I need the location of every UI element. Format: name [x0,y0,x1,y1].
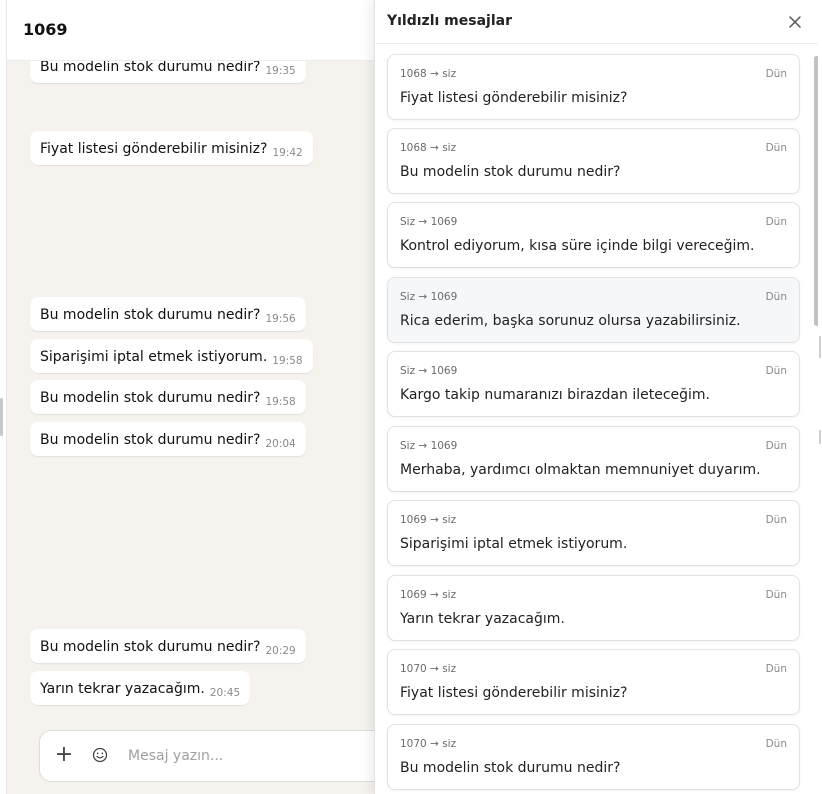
starred-item-route: Siz → 1069 [400,440,458,452]
panel-header: Yıldızlı mesajlar [375,0,822,44]
message-composer: + [39,730,374,782]
chat-header: 1069 [7,0,374,61]
message-time: 19:58 [272,355,303,367]
starred-item-route: Siz → 1069 [400,216,458,228]
message-text: Bu modelin stok durumu nedir? [40,390,261,406]
starred-item-text: Yarın tekrar yazacağım. [400,611,565,627]
starred-item-date: Dün [765,738,787,750]
chat-pane: 1069 Bu modelin stok durumu nedir? 19:35 … [7,0,374,794]
starred-item-text: Fiyat listesi gönderebilir misiniz? [400,90,628,106]
message-time: 20:45 [209,687,241,699]
starred-item-text: Fiyat listesi gönderebilir misiniz? [400,685,628,701]
right-edge-mark [819,336,821,358]
message-text: Bu modelin stok durumu nedir? [40,307,261,323]
message-text: Siparişimi iptal etmek istiyorum. [40,349,268,365]
starred-item[interactable]: 1070 → siz Dün Bu modelin stok durumu ne… [387,724,800,790]
message-time: 20:29 [265,645,296,657]
message-bubble[interactable]: Bu modelin stok durumu nedir? 20:04 [30,422,306,456]
starred-messages-panel: Yıldızlı mesajlar 1068 → siz Dün Fiyat l… [374,0,822,794]
message-time: 19:42 [272,147,303,159]
left-sidebar-edge [0,0,7,794]
starred-item-date: Dün [765,291,787,303]
message-time: 20:04 [265,438,296,450]
starred-item-date: Dün [765,589,787,601]
message-text: Bu modelin stok durumu nedir? [40,639,261,655]
message-time: 19:58 [265,396,296,408]
message-bubble[interactable]: Bu modelin stok durumu nedir? 19:35 [30,61,306,83]
starred-item-route: Siz → 1069 [400,365,458,377]
starred-list[interactable]: 1068 → siz Dün Fiyat listesi gönderebili… [375,44,815,794]
message-bubble[interactable]: Fiyat listesi gönderebilir misiniz? 19:42 [30,131,313,165]
starred-item-text: Kontrol ediyorum, kısa süre içinde bilgi… [400,238,755,254]
chat-title: 1069 [23,20,68,39]
starred-item-date: Dün [765,440,787,452]
app-window: 1069 Bu modelin stok durumu nedir? 19:35 … [0,0,822,794]
message-bubble[interactable]: Siparişimi iptal etmek istiyorum. 19:58 [30,339,313,373]
message-list[interactable]: Bu modelin stok durumu nedir? 19:35 Fiyat… [7,61,374,721]
message-text: Yarın tekrar yazacağım. [40,681,205,697]
starred-item[interactable]: Siz → 1069 Dün Kontrol ediyorum, kısa sü… [387,202,800,268]
right-edge-mark [819,430,821,444]
message-bubble[interactable]: Bu modelin stok durumu nedir? 20:29 [30,629,306,663]
starred-item-route: 1070 → siz [400,738,457,750]
starred-item-route: Siz → 1069 [400,291,458,303]
starred-item-text: Kargo takip numaranızı birazdan ileteceğ… [400,387,710,403]
message-input[interactable] [128,743,374,769]
starred-item-route: 1070 → siz [400,663,457,675]
starred-item-date: Dün [765,514,787,526]
starred-item[interactable]: 1068 → siz Dün Fiyat listesi gönderebili… [387,54,800,120]
starred-item-text: Bu modelin stok durumu nedir? [400,760,621,776]
starred-item[interactable]: 1069 → siz Dün Siparişimi iptal etmek is… [387,500,800,566]
starred-item-date: Dün [765,663,787,675]
starred-item-route: 1069 → siz [400,589,457,601]
starred-item-route: 1068 → siz [400,68,457,80]
starred-item[interactable]: 1069 → siz Dün Yarın tekrar yazacağım. [387,575,800,641]
message-text: Fiyat listesi gönderebilir misiniz? [40,141,268,157]
starred-item[interactable]: Siz → 1069 Dün Rica ederim, başka sorunu… [387,277,800,343]
starred-item-date: Dün [765,216,787,228]
plus-icon[interactable]: + [54,744,74,766]
starred-item[interactable]: Siz → 1069 Dün Kargo takip numaranızı bi… [387,351,800,417]
starred-item-route: 1068 → siz [400,142,457,154]
message-time: 19:35 [265,65,296,77]
starred-item-text: Merhaba, yardımcı olmaktan memnuniyet du… [400,462,761,478]
emoji-icon[interactable] [92,747,108,763]
starred-item-date: Dün [765,142,787,154]
starred-item-date: Dün [765,68,787,80]
message-bubble[interactable]: Bu modelin stok durumu nedir? 19:58 [30,380,306,414]
starred-item-text: Rica ederim, başka sorunuz olursa yazabi… [400,313,741,329]
message-text: Bu modelin stok durumu nedir? [40,432,261,448]
message-bubble[interactable]: Bu modelin stok durumu nedir? 19:56 [30,297,306,331]
starred-item[interactable]: 1070 → siz Dün Fiyat listesi gönderebili… [387,649,800,715]
starred-item[interactable]: 1068 → siz Dün Bu modelin stok durumu ne… [387,128,800,194]
left-scrollbar-thumb[interactable] [0,398,3,436]
message-bubble[interactable]: Yarın tekrar yazacağım. 20:45 [30,671,251,705]
panel-title: Yıldızlı mesajlar [387,13,512,29]
right-window-edge [818,0,822,794]
message-text: Bu modelin stok durumu nedir? [40,61,261,75]
close-icon[interactable] [787,14,803,30]
starred-item[interactable]: Siz → 1069 Dün Merhaba, yardımcı olmakta… [387,426,800,492]
message-time: 19:56 [265,313,296,325]
starred-item-route: 1069 → siz [400,514,457,526]
starred-item-text: Bu modelin stok durumu nedir? [400,164,621,180]
starred-item-date: Dün [765,365,787,377]
starred-item-text: Siparişimi iptal etmek istiyorum. [400,536,628,552]
